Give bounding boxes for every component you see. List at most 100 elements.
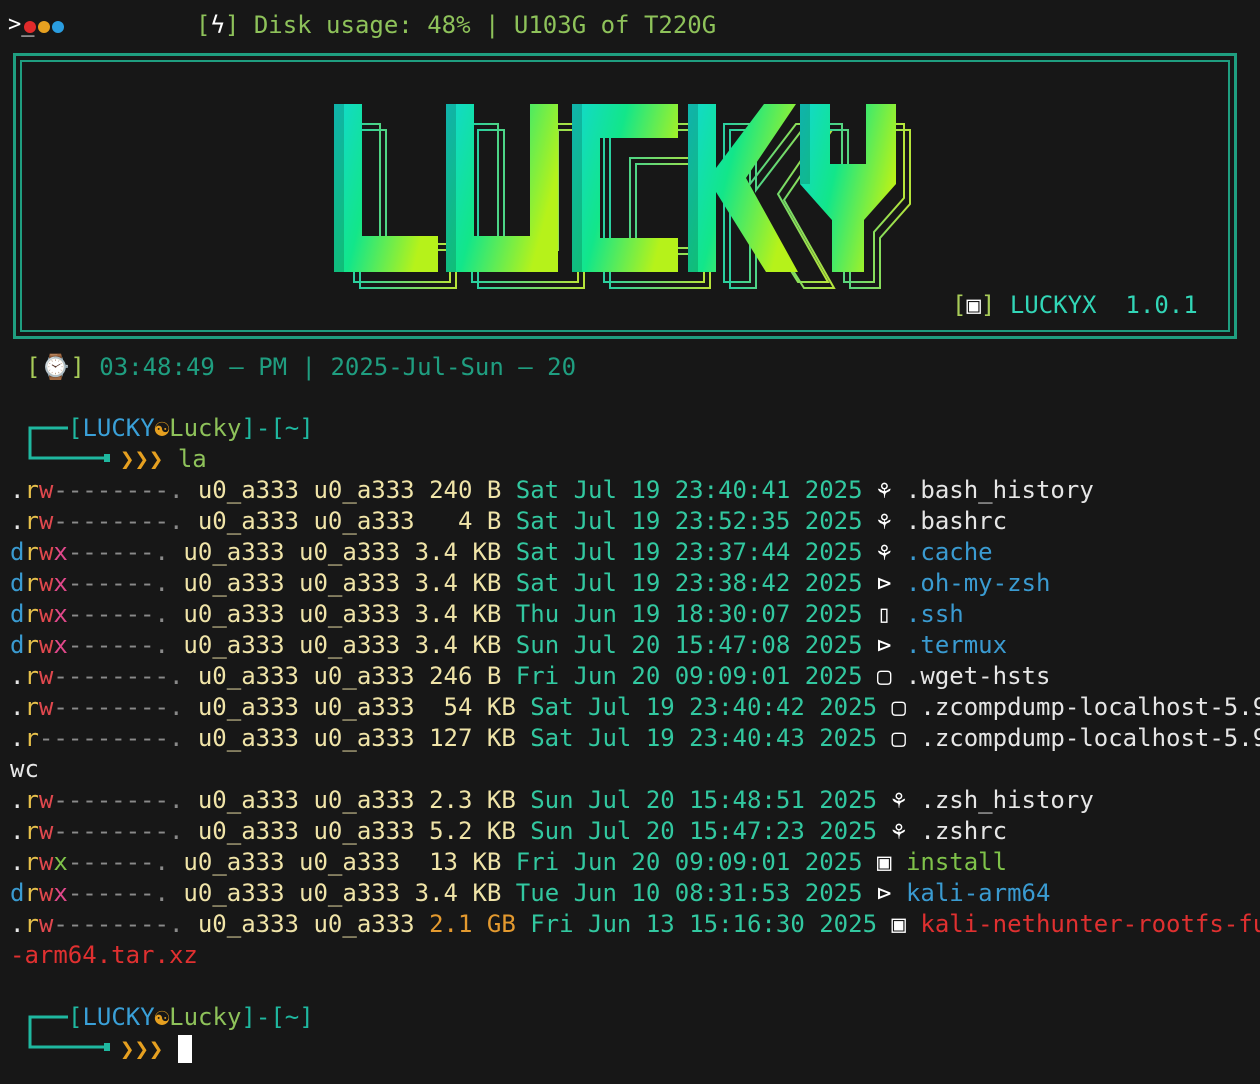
- disk-usage: [ϟ] Disk usage: 48% | U103G of T220G: [196, 11, 717, 39]
- perm-type: .: [10, 910, 25, 938]
- file-type-icon: ⊳: [877, 879, 892, 907]
- perm-read: r: [24, 879, 39, 907]
- perm-rest: ------.: [67, 600, 169, 628]
- minimize-dot[interactable]: [38, 21, 50, 33]
- perm-exec: -: [53, 507, 68, 535]
- list-item: .rw--------. u0_a333 u0_a333 4 B Sat Jul…: [10, 506, 1007, 537]
- perm-read: r: [24, 910, 39, 938]
- perm-rest: ------.: [67, 569, 169, 597]
- perm-read: r: [24, 631, 39, 659]
- terminal-box-icon: ▣: [966, 291, 981, 319]
- list-item: .rw--------. u0_a333 u0_a333 54 KB Sat J…: [10, 692, 1260, 723]
- yin-yang-icon: ☯: [154, 1003, 170, 1031]
- close-dot[interactable]: [24, 21, 36, 33]
- file-owner: u0_a333: [183, 848, 285, 876]
- perm-rest: ------.: [67, 538, 169, 566]
- file-group: u0_a333: [313, 507, 415, 535]
- maximize-dot[interactable]: [52, 21, 64, 33]
- perm-type: .: [10, 786, 25, 814]
- file-size: 54 KB: [429, 693, 516, 721]
- prompt-dir: [~]: [270, 1003, 314, 1031]
- perm-read: r: [24, 507, 39, 535]
- app-name: LUCKYX: [1009, 291, 1097, 319]
- file-date: Fri Jun 20 09:09:01 2025: [515, 662, 863, 690]
- file-date: Fri Jun 20 09:09:01 2025: [515, 848, 863, 876]
- prompt-header: [LUCKY☯Lucky]-[~]: [68, 1003, 314, 1031]
- cursor[interactable]: [177, 1035, 192, 1063]
- list-item: drwx------. u0_a333 u0_a333 3.4 KB Tue J…: [10, 878, 1050, 909]
- file-group: u0_a333: [313, 724, 415, 752]
- perm-exec: x: [53, 848, 68, 876]
- file-group: u0_a333: [313, 476, 415, 504]
- perm-exec: x: [53, 538, 68, 566]
- file-date: Sat Jul 19 23:37:44 2025: [515, 538, 863, 566]
- file-type-icon: ▢: [891, 693, 906, 721]
- file-type-icon: ▣: [891, 910, 906, 938]
- file-owner: u0_a333: [183, 538, 285, 566]
- perm-write: w: [38, 786, 54, 814]
- version-label: [▣] LUCKYX 1.0.1: [952, 291, 1198, 319]
- file-owner: u0_a333: [197, 693, 300, 721]
- perm-rest: -------.: [67, 724, 184, 752]
- file-size: 3.4 KB: [414, 600, 502, 628]
- file-name: .ssh: [905, 600, 964, 628]
- file-group: u0_a333: [313, 662, 415, 690]
- perm-rest: ------.: [67, 879, 169, 907]
- perm-write: w: [38, 538, 54, 566]
- perm-read: r: [24, 600, 39, 628]
- file-date: Fri Jun 13 15:16:30 2025: [530, 910, 878, 938]
- perm-write: w: [38, 848, 54, 876]
- clock-line: [⌚] 03:48:49 — PM | 2025-Jul-Sun — 20: [26, 353, 577, 381]
- file-owner: u0_a333: [197, 910, 300, 938]
- file-group: u0_a333: [313, 786, 415, 814]
- file-group: u0_a333: [299, 879, 401, 907]
- prompt-input[interactable]: ❯❯❯: [120, 1034, 192, 1064]
- perm-write: w: [38, 476, 54, 504]
- perm-write: w: [38, 817, 54, 845]
- file-type-icon: ▢: [891, 724, 906, 752]
- file-name-continued: wc: [10, 755, 39, 783]
- prompt-header: [LUCKY☯Lucky]-[~]: [68, 414, 314, 442]
- file-name: .zcompdump-localhost-5.9.z: [920, 724, 1260, 752]
- perm-exec: -: [53, 786, 68, 814]
- file-type-icon: ▯: [877, 600, 892, 628]
- file-date: Sun Jul 20 15:47:08 2025: [515, 631, 863, 659]
- file-size: 240 B: [429, 476, 502, 504]
- file-owner: u0_a333: [197, 507, 300, 535]
- list-item: .r---------. u0_a333 u0_a333 127 KB Sat …: [10, 723, 1260, 754]
- prompt-user: LUCKY: [82, 414, 155, 442]
- perm-rest: -------.: [67, 662, 184, 690]
- file-name: install: [905, 848, 1008, 876]
- perm-write: w: [38, 910, 54, 938]
- bolt-icon: ϟ: [210, 11, 225, 39]
- perm-read: r: [24, 786, 39, 814]
- file-owner: u0_a333: [183, 600, 285, 628]
- file-type-icon: ▢: [877, 662, 892, 690]
- file-date: Thu Jun 19 18:30:07 2025: [515, 600, 863, 628]
- file-date: Sat Jul 19 23:38:42 2025: [515, 569, 863, 597]
- prompt-dir: [~]: [270, 414, 314, 442]
- perm-write: w: [38, 662, 54, 690]
- prompt-user: LUCKY: [82, 1003, 155, 1031]
- file-size: 2.3 KB: [429, 786, 516, 814]
- file-name: .cache: [905, 538, 993, 566]
- file-group: u0_a333: [299, 631, 401, 659]
- perm-type: d: [10, 879, 25, 907]
- perm-rest: -------.: [67, 507, 184, 535]
- file-type-icon: ⚘: [891, 786, 906, 814]
- file-size: 3.4 KB: [414, 879, 502, 907]
- perm-write: w: [38, 600, 54, 628]
- file-name: .oh-my-zsh: [905, 569, 1051, 597]
- file-type-icon: ▣: [877, 848, 892, 876]
- perm-exec: -: [53, 817, 68, 845]
- file-size: 13 KB: [414, 848, 502, 876]
- perm-exec: -: [53, 693, 68, 721]
- banner: [▣] LUCKYX 1.0.1: [13, 53, 1237, 339]
- perm-type: d: [10, 600, 25, 628]
- file-name-wrap: -arm64.tar.xz: [10, 940, 198, 971]
- perm-exec: -: [53, 724, 68, 752]
- perm-read: r: [24, 724, 39, 752]
- file-type-icon: ⊳: [877, 631, 892, 659]
- file-name: .zcompdump-localhost-5.9: [920, 693, 1260, 721]
- list-item: .rw--------. u0_a333 u0_a333 2.3 KB Sun …: [10, 785, 1094, 816]
